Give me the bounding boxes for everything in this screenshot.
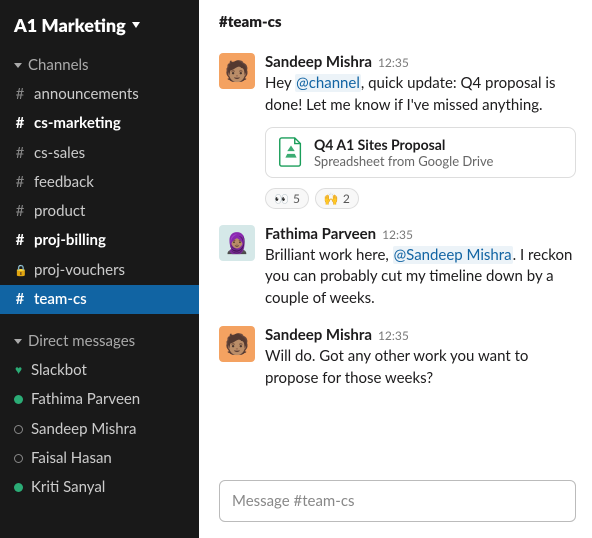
workspace-name: A1 Marketing	[14, 14, 126, 36]
message-text: Brilliant work here, @Sandeep Mishra. I …	[265, 245, 576, 310]
main-pane: #team-cs 🧑🏽 Sandeep Mishra 12:35 Hey @chann…	[199, 0, 592, 538]
dm-section-header[interactable]: Direct messages	[0, 326, 199, 356]
google-drive-icon	[278, 137, 304, 167]
presence-away-icon	[14, 454, 23, 463]
channel-label: proj-vouchers	[34, 259, 125, 282]
message-input[interactable]	[219, 480, 576, 522]
message-text: Hey @channel, quick update: Q4 proposal …	[265, 73, 576, 117]
sidebar-dm-sandeep-mishra[interactable]: Sandeep Mishra	[0, 415, 199, 444]
avatar[interactable]: 🧑🏽	[219, 53, 255, 89]
mention[interactable]: @channel	[295, 74, 361, 92]
file-attachment[interactable]: Q4 A1 Sites Proposal Spreadsheet from Go…	[265, 127, 576, 178]
channel-label: cs-marketing	[34, 112, 121, 135]
dm-label: Kriti Sanyal	[31, 476, 105, 499]
dm-label: Slackbot	[31, 359, 87, 382]
reaction[interactable]: 🙌2	[315, 188, 359, 209]
sidebar-dm-kriti-sanyal[interactable]: Kriti Sanyal	[0, 473, 199, 502]
reactions: 👀5🙌2	[265, 188, 576, 209]
reaction-emoji: 👀	[274, 191, 289, 206]
composer	[219, 480, 576, 522]
reaction-count: 5	[293, 191, 300, 206]
channel-label: cs-sales	[34, 142, 85, 165]
hash-icon: #	[14, 112, 26, 135]
sidebar: A1 Marketing Channels # announcements # cs-…	[0, 0, 199, 538]
reaction[interactable]: 👀5	[265, 188, 309, 209]
caret-down-icon	[14, 339, 22, 344]
message: 🧑🏽 Sandeep Mishra 12:35 Will do. Got any ot…	[219, 326, 576, 390]
caret-down-icon	[14, 63, 22, 68]
message-timestamp: 12:35	[378, 55, 409, 70]
sidebar-channel-team-cs[interactable]: # team-cs	[0, 285, 199, 314]
hash-icon: #	[14, 142, 26, 165]
workspace-switcher[interactable]: A1 Marketing	[0, 10, 199, 50]
message-text: Will do. Got any other work you want to …	[265, 346, 576, 390]
sidebar-channel-proj-vouchers[interactable]: 🔒 proj-vouchers	[0, 256, 199, 285]
heart-icon: ♥	[14, 361, 23, 380]
avatar[interactable]: 🧑🏽	[219, 326, 255, 362]
message-body: Sandeep Mishra 12:35 Will do. Got any othe…	[265, 326, 576, 390]
sidebar-channel-cs-sales[interactable]: # cs-sales	[0, 139, 199, 168]
channels-section-header[interactable]: Channels	[0, 50, 199, 80]
dm-label: Direct messages	[28, 332, 135, 350]
hash-icon: #	[14, 200, 26, 223]
message-timestamp: 12:35	[378, 328, 409, 343]
message: 🧑🏽 Sandeep Mishra 12:35 Hey @channel, quick…	[219, 53, 576, 209]
presence-online-icon	[14, 483, 23, 492]
channel-label: feedback	[34, 171, 94, 194]
message-body: Sandeep Mishra 12:35 Hey @channel, quick u…	[265, 53, 576, 209]
hash-icon: #	[14, 288, 26, 311]
channel-label: team-cs	[34, 288, 87, 311]
dm-label: Faisal Hasan	[31, 447, 112, 470]
message-body: Fathima Parveen 12:35 Brilliant work here,…	[265, 225, 576, 310]
avatar[interactable]: 🧕🏽	[219, 225, 255, 261]
dm-label: Fathima Parveen	[31, 388, 140, 411]
sidebar-dm-fathima-parveen[interactable]: Fathima Parveen	[0, 385, 199, 414]
message: 🧕🏽 Fathima Parveen 12:35 Brilliant work her…	[219, 225, 576, 310]
presence-away-icon	[14, 425, 23, 434]
message-author[interactable]: Sandeep Mishra	[265, 53, 372, 71]
sidebar-dm-slackbot[interactable]: ♥ Slackbot	[0, 356, 199, 385]
sidebar-channel-announcements[interactable]: # announcements	[0, 80, 199, 109]
channels-label: Channels	[28, 56, 89, 74]
presence-online-icon	[14, 395, 23, 404]
attachment-subtitle: Spreadsheet from Google Drive	[314, 153, 493, 169]
channel-title: #team-cs	[219, 13, 576, 53]
message-author[interactable]: Fathima Parveen	[265, 225, 376, 243]
sidebar-channel-cs-marketing[interactable]: # cs-marketing	[0, 109, 199, 138]
reaction-emoji: 🙌	[324, 191, 339, 206]
channel-label: proj-billing	[34, 229, 106, 252]
lock-icon: 🔒	[14, 262, 26, 279]
dm-label: Sandeep Mishra	[31, 418, 136, 441]
hash-icon: #	[14, 83, 26, 106]
message-author[interactable]: Sandeep Mishra	[265, 326, 372, 344]
reaction-count: 2	[343, 191, 350, 206]
hash-icon: #	[14, 229, 26, 252]
hash-icon: #	[14, 171, 26, 194]
message-list: 🧑🏽 Sandeep Mishra 12:35 Hey @channel, quick…	[219, 53, 576, 476]
channel-label: product	[34, 200, 85, 223]
channel-list: # announcements # cs-marketing # cs-sales # fee…	[0, 80, 199, 314]
sidebar-channel-product[interactable]: # product	[0, 197, 199, 226]
sidebar-channel-feedback[interactable]: # feedback	[0, 168, 199, 197]
sidebar-channel-proj-billing[interactable]: # proj-billing	[0, 226, 199, 255]
mention[interactable]: @Sandeep Mishra	[393, 246, 513, 264]
chevron-down-icon	[132, 22, 140, 28]
channel-label: announcements	[34, 83, 139, 106]
attachment-title: Q4 A1 Sites Proposal	[314, 136, 493, 153]
message-timestamp: 12:35	[382, 227, 413, 242]
sidebar-dm-faisal-hasan[interactable]: Faisal Hasan	[0, 444, 199, 473]
dm-list: ♥ Slackbot Fathima Parveen Sandeep Mishra Fa…	[0, 356, 199, 502]
